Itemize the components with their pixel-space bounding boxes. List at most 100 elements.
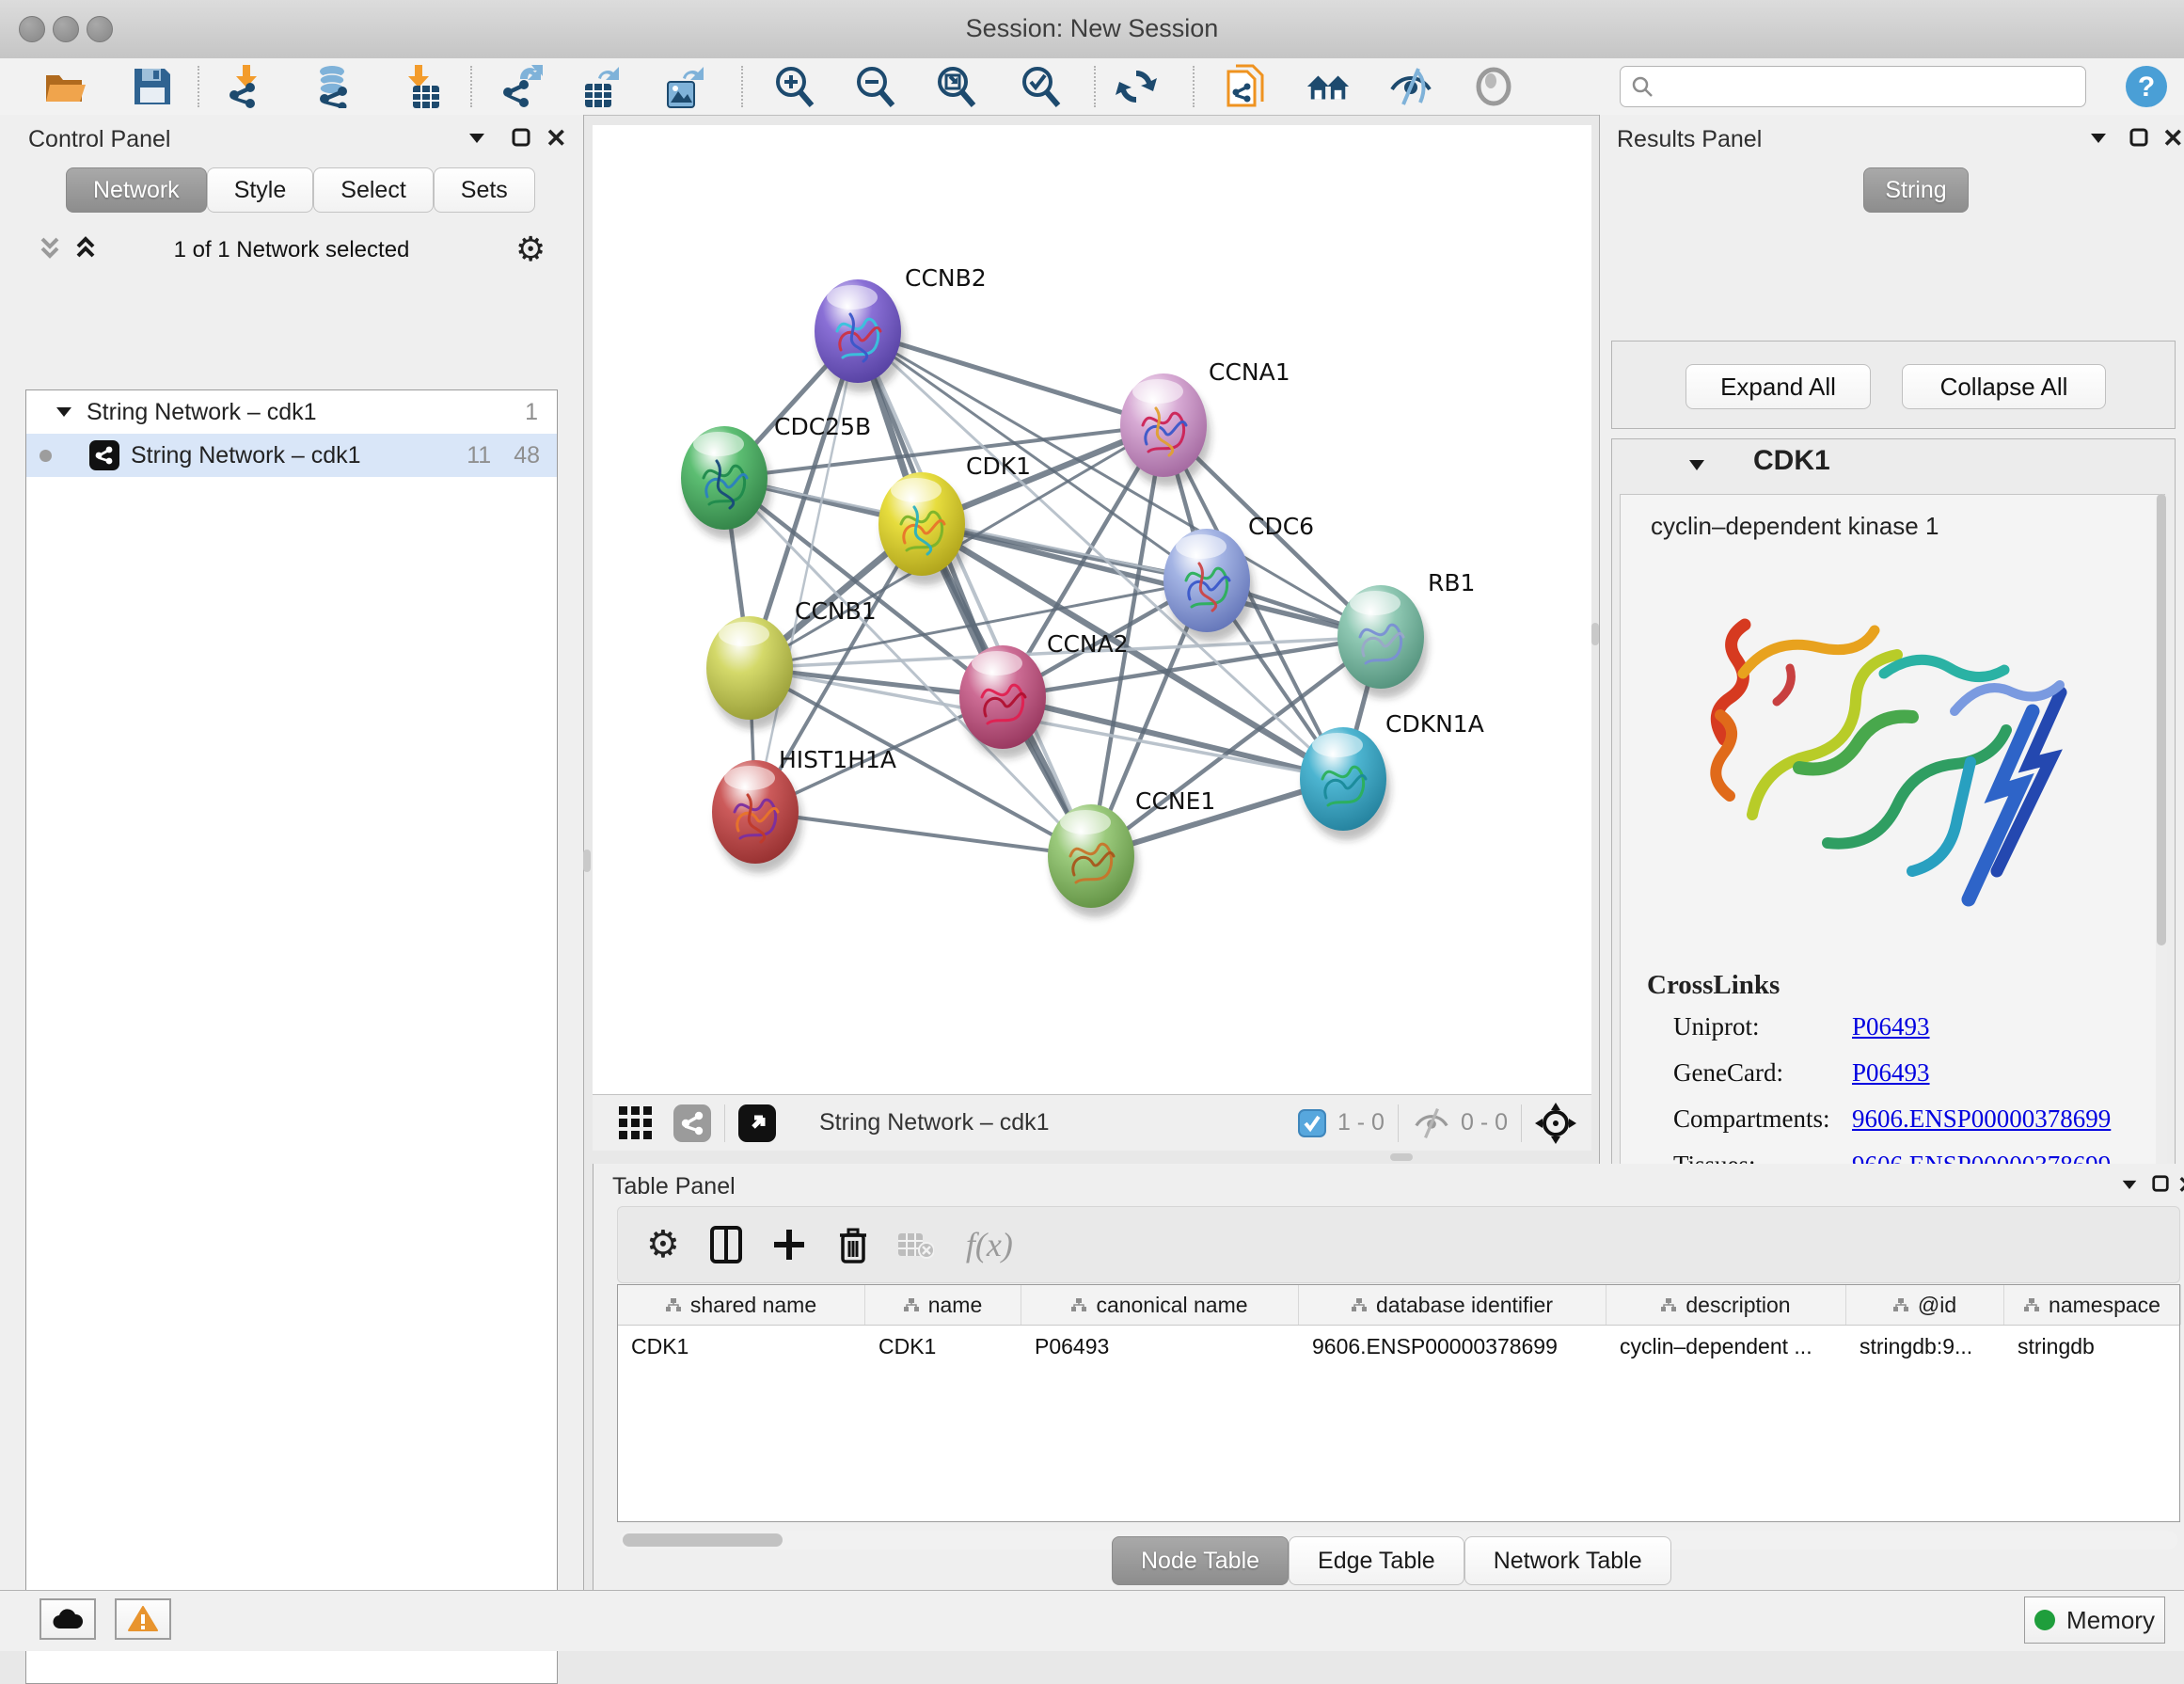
table-hscrollbar-thumb[interactable] <box>623 1533 783 1547</box>
gene-expander-icon[interactable] <box>1685 458 1708 473</box>
network-canvas[interactable]: CCNB2CCNA1CDC25BCDK1CDC6RB1CCNB1CCNA2CDK… <box>593 125 1591 1094</box>
node-HIST1H1A[interactable]: HIST1H1A <box>712 746 896 873</box>
hidden-eye-slash-icon[interactable] <box>1412 1107 1451 1139</box>
function-builder-icon[interactable]: f(x) <box>966 1225 1013 1264</box>
save-session-button[interactable] <box>130 64 175 109</box>
column-header-description[interactable]: description <box>1606 1285 1846 1325</box>
node-CCNB2[interactable]: CCNB2 <box>815 264 987 392</box>
tab-node-table[interactable]: Node Table <box>1112 1536 1289 1585</box>
tab-network[interactable]: Network <box>66 167 207 213</box>
network-collection-row[interactable]: String Network – cdk1 1 <box>26 390 557 434</box>
results-panel-float-icon[interactable] <box>2129 127 2149 148</box>
bottom-splitter-handle[interactable] <box>1390 1153 1413 1161</box>
toolbar-separator <box>741 66 743 107</box>
protein-structure-image <box>1686 561 2100 956</box>
import-network-database-button[interactable] <box>310 64 356 109</box>
search-box[interactable] <box>1620 66 2086 107</box>
crosslink-link[interactable]: P06493 <box>1852 1058 1930 1088</box>
delete-table-icon[interactable] <box>896 1230 934 1260</box>
tab-network-table[interactable]: Network Table <box>1464 1536 1671 1585</box>
tab-select[interactable]: Select <box>313 167 433 213</box>
collapse-all-button[interactable]: Collapse All <box>1902 364 2106 409</box>
node-table[interactable]: shared name namecanonical namedatabase id… <box>617 1284 2180 1522</box>
column-header-name[interactable]: name <box>865 1285 1021 1325</box>
memory-button[interactable]: Memory <box>2024 1597 2165 1644</box>
network-share-view-icon[interactable] <box>673 1104 711 1142</box>
title-bar: Session: New Session <box>0 0 2184 59</box>
zoom-in-button[interactable] <box>771 64 816 109</box>
add-column-icon[interactable] <box>772 1228 806 1262</box>
table-panel-close-icon[interactable]: ✕ <box>2177 1171 2184 1199</box>
grid-view-icon[interactable] <box>619 1106 653 1140</box>
table-panel-menu-icon[interactable] <box>2119 1177 2140 1191</box>
search-input[interactable] <box>1654 72 2072 101</box>
right-splitter-handle[interactable] <box>1591 623 1599 645</box>
selected-checkbox-icon[interactable] <box>1298 1109 1326 1137</box>
crosslink-link[interactable]: P06493 <box>1852 1012 1930 1041</box>
control-panel-close-icon[interactable]: ✕ <box>546 124 567 153</box>
edge-CCNA2-CDKN1A[interactable] <box>1003 697 1343 779</box>
results-scrollbar-thumb[interactable] <box>2157 494 2166 945</box>
delete-column-trash-icon[interactable] <box>838 1226 868 1263</box>
column-header--id[interactable]: @id <box>1846 1285 2004 1325</box>
node-gloss <box>1060 810 1111 834</box>
crosslink-link[interactable]: 9606.ENSP00000378699 <box>1852 1104 2111 1134</box>
view-counters: 1 - 0 0 - 0 <box>1298 1103 1591 1144</box>
left-splitter-handle[interactable] <box>583 850 591 872</box>
column-header-namespace[interactable]: namespace <box>2004 1285 2181 1325</box>
network-options-gear-icon[interactable]: ⚙ <box>515 230 546 269</box>
node-CCNE1[interactable]: CCNE1 <box>1048 787 1215 917</box>
cloud-button[interactable] <box>40 1598 96 1640</box>
tab-string[interactable]: String <box>1863 167 1969 213</box>
control-panel-float-icon[interactable] <box>511 127 531 148</box>
network-edges[interactable] <box>724 331 1381 856</box>
open-session-button[interactable] <box>43 64 88 109</box>
column-header-label: shared name <box>690 1293 816 1318</box>
home-networks-button[interactable] <box>1306 64 1351 109</box>
node-CDC6[interactable]: CDC6 <box>1163 513 1314 642</box>
zoom-fit-button[interactable] <box>933 64 978 109</box>
control-panel-menu-icon[interactable] <box>466 130 488 145</box>
hide-button[interactable] <box>1388 64 1433 109</box>
tab-edge-table[interactable]: Edge Table <box>1289 1536 1464 1585</box>
crosslink-row: GeneCard:P06493 <box>1673 1058 2144 1088</box>
help-button[interactable]: ? <box>2124 64 2169 109</box>
zoom-selected-button[interactable] <box>1018 64 1063 109</box>
edge-HIST1H1A-CCNE1[interactable] <box>755 812 1091 856</box>
crosslink-label: Compartments: <box>1673 1104 1852 1134</box>
show-button[interactable] <box>1471 64 1516 109</box>
import-network-file-button[interactable] <box>224 64 269 109</box>
results-panel-close-icon[interactable]: ✕ <box>2162 124 2184 153</box>
warning-button[interactable] <box>115 1598 171 1640</box>
columns-icon[interactable] <box>710 1226 742 1263</box>
table-panel-float-icon[interactable] <box>2151 1174 2170 1193</box>
tab-style[interactable]: Style <box>207 167 314 213</box>
import-table-file-button[interactable] <box>399 64 444 109</box>
annotation-file-button[interactable] <box>1223 64 1268 109</box>
network-row[interactable]: String Network – cdk1 11 48 <box>26 434 557 477</box>
node-CDKN1A[interactable]: CDKN1A <box>1300 710 1484 840</box>
table-row[interactable]: CDK1CDK1P064939606.ENSP00000378699cyclin… <box>618 1326 2179 1367</box>
results-panel-menu-icon[interactable] <box>2087 130 2110 145</box>
expand-all-button[interactable]: Expand All <box>1685 364 1871 409</box>
network-view-toolbar: String Network – cdk1 1 - 0 0 - 0 <box>593 1094 1591 1151</box>
tree-expander-icon[interactable] <box>55 405 73 419</box>
fit-selected-crosshair-icon[interactable] <box>1535 1103 1576 1144</box>
column-header-database-identifier[interactable]: database identifier <box>1299 1285 1606 1325</box>
column-header-shared-name[interactable]: shared name <box>618 1285 865 1325</box>
edge-CCNB2-CCNE1[interactable] <box>858 331 1091 856</box>
column-header-canonical-name[interactable]: canonical name <box>1021 1285 1299 1325</box>
zoom-out-button[interactable] <box>852 64 897 109</box>
results-scrollbar-track[interactable] <box>2156 494 2167 1201</box>
refresh-button[interactable] <box>1114 64 1159 109</box>
export-image-button[interactable] <box>662 64 707 109</box>
export-network-button[interactable] <box>500 64 546 109</box>
search-icon <box>1630 74 1654 99</box>
birdseye-view-icon[interactable] <box>738 1104 776 1142</box>
node-RB1[interactable]: RB1 <box>1337 569 1475 698</box>
export-table-button[interactable] <box>579 64 625 109</box>
table-panel: Table Panel ✕ ⚙ f(x) <box>593 1164 2184 1590</box>
table-settings-gear-icon[interactable]: ⚙ <box>646 1223 680 1266</box>
network-graph[interactable]: CCNB2CCNA1CDC25BCDK1CDC6RB1CCNB1CCNA2CDK… <box>593 125 1591 1094</box>
tab-sets[interactable]: Sets <box>434 167 535 213</box>
